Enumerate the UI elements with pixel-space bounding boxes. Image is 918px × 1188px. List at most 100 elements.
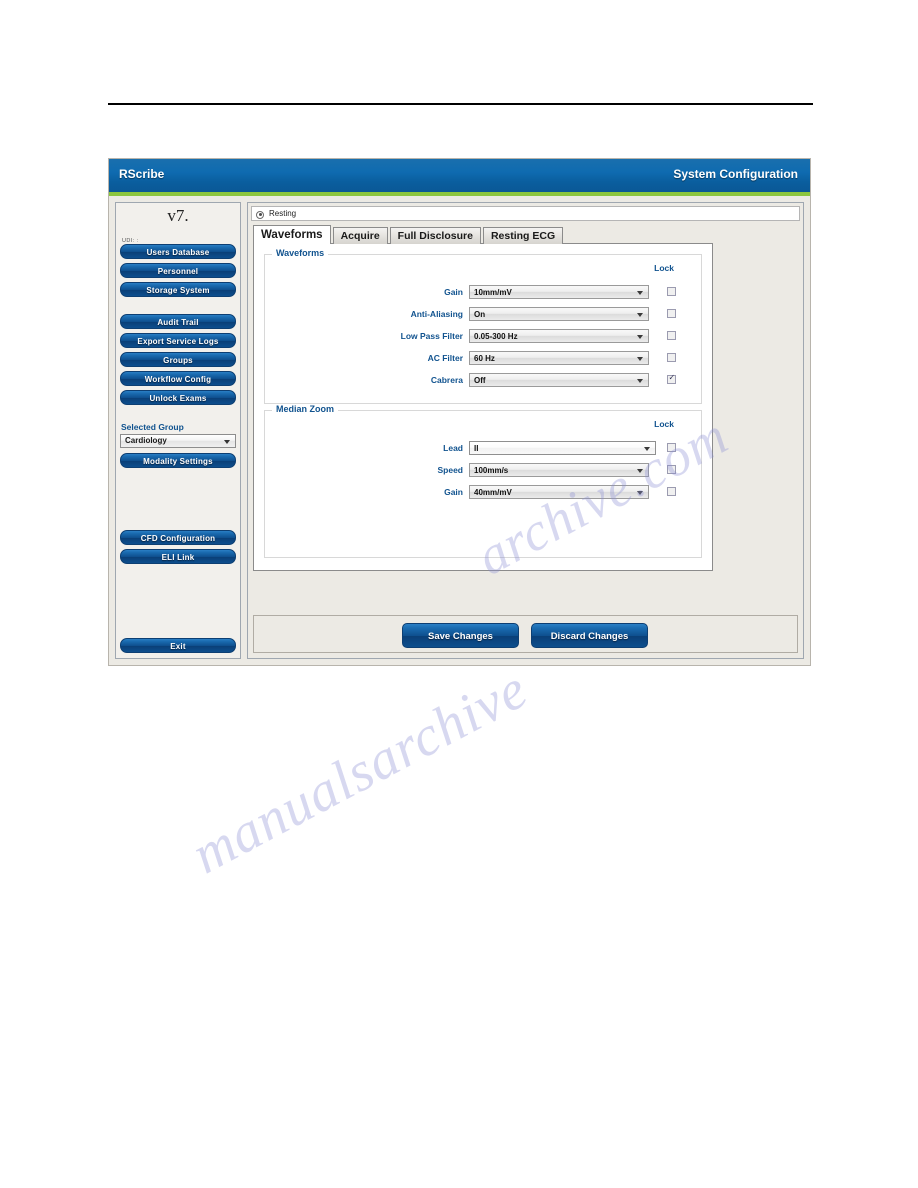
lock-checkbox-gain[interactable] [667,287,676,296]
page-title: System Configuration [673,167,798,181]
waveforms-section: Waveforms Lock Gain 10mm/mV Anti-Aliasin… [264,248,702,404]
selected-group-dropdown[interactable]: Cardiology [120,434,236,448]
nav-group-primary: Users Database Personnel Storage System … [116,244,240,422]
lock-checkbox-lead[interactable] [667,443,676,452]
version-number: v7. [167,206,189,225]
sidebar-item-cfd-configuration[interactable]: CFD Configuration [120,530,236,545]
value-low-pass-filter: 0.05-300 Hz [474,332,518,341]
row-median-gain: Gain 40mm/mV [265,485,701,499]
lock-column-header-median: Lock [654,419,674,429]
mode-bar[interactable]: Resting [251,206,800,221]
dropdown-low-pass-filter[interactable]: 0.05-300 Hz [469,329,649,343]
value-gain: 10mm/mV [474,288,512,297]
version-block: v7. [116,203,240,236]
window-body: v7. UDI: : Users Database Personnel Stor… [109,196,810,665]
value-speed: 100mm/s [474,466,509,475]
dropdown-gain[interactable]: 10mm/mV [469,285,649,299]
label-speed: Speed [437,465,463,475]
exit-button[interactable]: Exit [120,638,236,653]
watermark-text-1: manualsarchive [182,657,538,887]
label-ac-filter: AC Filter [427,353,463,363]
chevron-down-icon [637,313,643,317]
content-area: Resting Waveforms Acquire Full Disclosur… [247,202,804,659]
label-low-pass-filter: Low Pass Filter [400,331,463,341]
lock-checkbox-anti-aliasing[interactable] [667,309,676,318]
application-window: RScribe System Configuration v7. UDI: : … [108,158,811,666]
sidebar-item-eli-link[interactable]: ELI Link [120,549,236,564]
chevron-down-icon [637,357,643,361]
waveforms-section-legend: Waveforms [272,248,329,258]
sidebar-item-audit-trail[interactable]: Audit Trail [120,314,236,329]
sidebar-item-groups[interactable]: Groups [120,352,236,367]
lock-checkbox-median-gain[interactable] [667,487,676,496]
dropdown-lead[interactable]: II [469,441,656,455]
lock-checkbox-ac-filter[interactable] [667,353,676,362]
lock-checkbox-low-pass-filter[interactable] [667,331,676,340]
exit-wrapper: Exit [120,638,236,653]
chevron-down-icon [637,469,643,473]
tab-resting-ecg[interactable]: Resting ECG [482,227,564,244]
label-anti-aliasing: Anti-Aliasing [410,309,463,319]
nav-group-modality: Modality Settings [116,453,240,468]
tab-acquire[interactable]: Acquire [332,227,388,244]
value-anti-aliasing: On [474,310,486,319]
label-median-gain: Gain [444,487,463,497]
nav-group-tertiary: CFD Configuration ELI Link [116,530,240,564]
dropdown-ac-filter[interactable]: 60 Hz [469,351,649,365]
sidebar-item-personnel[interactable]: Personnel [120,263,236,278]
action-bar: Save Changes Discard Changes [253,615,798,653]
value-median-gain: 40mm/mV [474,488,512,497]
settings-panel: Waveforms Lock Gain 10mm/mV Anti-Aliasin… [253,243,713,571]
nav-divider-1 [120,301,236,314]
sidebar: v7. UDI: : Users Database Personnel Stor… [115,202,241,659]
row-lead: Lead II [265,441,701,455]
sidebar-item-workflow-config[interactable]: Workflow Config [120,371,236,386]
title-bar: RScribe System Configuration [109,159,810,196]
chevron-down-icon [637,335,643,339]
chevron-down-icon [224,440,230,444]
value-cabrera: Off [474,376,486,385]
chevron-down-icon [644,447,650,451]
tab-waveforms[interactable]: Waveforms [253,225,331,244]
median-zoom-section: Median Zoom Lock Lead II Speed 100mm/s G… [264,404,702,558]
dropdown-median-gain[interactable]: 40mm/mV [469,485,649,499]
nav-divider-3 [116,472,240,530]
selected-group-value: Cardiology [125,436,167,445]
chevron-down-icon [637,379,643,383]
value-ac-filter: 60 Hz [474,354,495,363]
nav-divider-2 [120,409,236,422]
row-low-pass-filter: Low Pass Filter 0.05-300 Hz [265,329,701,343]
sidebar-item-users-database[interactable]: Users Database [120,244,236,259]
value-lead: II [474,444,479,453]
sidebar-item-storage-system[interactable]: Storage System [120,282,236,297]
dropdown-speed[interactable]: 100mm/s [469,463,649,477]
label-lead: Lead [443,443,463,453]
chevron-down-icon [637,291,643,295]
median-zoom-section-legend: Median Zoom [272,404,338,414]
lock-checkbox-cabrera[interactable] [667,373,676,384]
radio-selected-icon [256,210,264,219]
app-title: RScribe [119,167,165,181]
dropdown-cabrera[interactable]: Off [469,373,649,387]
sidebar-item-unlock-exams[interactable]: Unlock Exams [120,390,236,405]
row-speed: Speed 100mm/s [265,463,701,477]
selected-group-label: Selected Group [121,422,184,432]
lock-column-header-waveforms: Lock [654,263,674,273]
lock-checkbox-speed[interactable] [667,465,676,474]
row-anti-aliasing: Anti-Aliasing On [265,307,701,321]
sidebar-item-modality-settings[interactable]: Modality Settings [120,453,236,468]
chevron-down-icon [637,491,643,495]
sidebar-item-export-service-logs[interactable]: Export Service Logs [120,333,236,348]
discard-changes-button[interactable]: Discard Changes [531,623,648,648]
tab-strip: Waveforms Acquire Full Disclosure Restin… [253,225,803,244]
row-cabrera: Cabrera Off [265,373,701,387]
dropdown-anti-aliasing[interactable]: On [469,307,649,321]
tab-full-disclosure[interactable]: Full Disclosure [389,227,481,244]
label-gain: Gain [444,287,463,297]
page-header-rule [108,103,813,105]
row-gain: Gain 10mm/mV [265,285,701,299]
save-changes-button[interactable]: Save Changes [402,623,519,648]
mode-label: Resting [269,209,297,218]
label-cabrera: Cabrera [430,375,463,385]
row-ac-filter: AC Filter 60 Hz [265,351,701,365]
